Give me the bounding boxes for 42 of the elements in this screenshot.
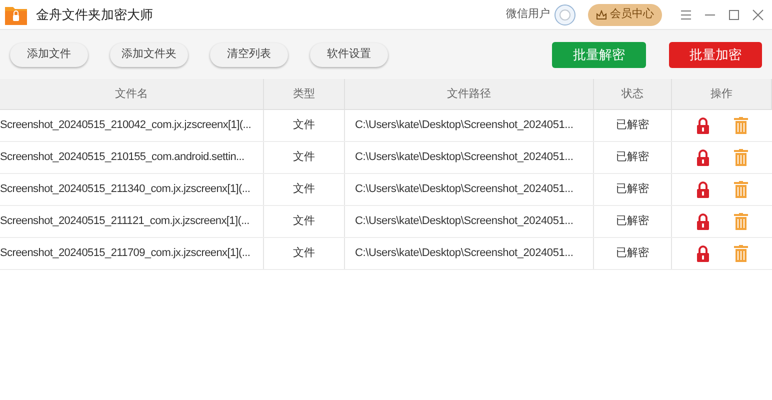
status-cell-text: 已解密 [616, 150, 649, 166]
toolbar-button[interactable]: 软件设置 [310, 42, 388, 66]
lock-icon[interactable] [696, 245, 710, 262]
vip-center-button[interactable]: 会员中心 [588, 4, 662, 26]
lock-icon[interactable] [696, 149, 710, 166]
file-name-cell-text: Screenshot_20240515_211340_com.jx.jzscreenx[1](... [0, 182, 250, 198]
menu-icon[interactable] [680, 8, 692, 20]
file-path-cell-text: C:\Users\kate\Desktop\Screenshot_2024051... [355, 246, 574, 262]
lock-icon[interactable] [696, 181, 710, 198]
column-header: 文件路径 [447, 86, 491, 102]
file-path-cell-text: C:\Users\kate\Desktop\Screenshot_2024051... [355, 118, 574, 134]
toolbar-button[interactable]: 添加文件 [10, 42, 88, 66]
status-cell-text: 已解密 [616, 182, 649, 198]
status-cell-text: 已解密 [616, 118, 649, 134]
type-cell-text: 文件 [293, 246, 315, 262]
type-cell-text: 文件 [293, 118, 315, 134]
column-header: 操作 [710, 86, 732, 102]
file-name-cell-text: Screenshot_20240515_211709_com.jx.jzscreenx[1](... [0, 246, 250, 262]
toolbar-button[interactable]: 添加文件夹 [110, 42, 188, 66]
column-header: 类型 [293, 86, 315, 102]
file-name-cell-text: Screenshot_20240515_210042_com.jx.jzscreenx[1](... [0, 118, 252, 134]
status-cell-text: 已解密 [616, 246, 649, 262]
type-cell-text: 文件 [293, 150, 315, 166]
file-path-cell-text: C:\Users\kate\Desktop\Screenshot_2024051... [355, 214, 574, 230]
column-header: 文件名 [115, 86, 148, 102]
crown-icon [596, 10, 607, 20]
file-path-cell-text: C:\Users\kate\Desktop\Screenshot_2024051... [355, 182, 574, 198]
file-path-cell-text: C:\Users\kate\Desktop\Screenshot_2024051... [355, 150, 574, 166]
type-cell-text: 文件 [293, 182, 315, 198]
user-name: 微信用户 [506, 6, 550, 22]
column-header: 状态 [622, 86, 644, 102]
toolbar-button[interactable]: 清空列表 [210, 42, 288, 66]
lock-icon[interactable] [696, 213, 710, 230]
file-name-cell-text: Screenshot_20240515_211121_com.jx.jzscreenx[1](... [0, 214, 250, 230]
status-cell-text: 已解密 [616, 214, 649, 230]
file-name-cell-text: Screenshot_20240515_210155_com.android.settin... [0, 150, 244, 166]
lock-icon[interactable] [696, 117, 710, 134]
type-cell-text: 文件 [293, 214, 315, 230]
window-title: 金舟文件夹加密大师 [36, 6, 153, 24]
batch-encrypt-button[interactable]: 批量加密 [669, 42, 762, 68]
close-icon[interactable] [752, 8, 764, 20]
maximize-icon[interactable] [728, 8, 740, 20]
